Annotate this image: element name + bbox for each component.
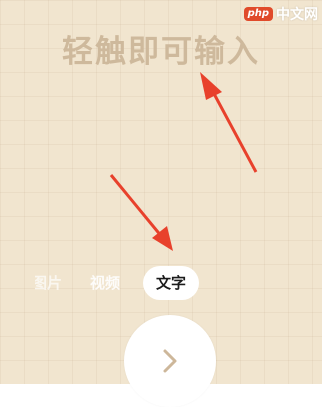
next-button[interactable] bbox=[124, 315, 216, 407]
php-badge: php bbox=[243, 7, 273, 21]
mode-selector: 图片 视频 文字 bbox=[0, 265, 322, 301]
mode-tab-text[interactable]: 文字 bbox=[143, 266, 199, 300]
mode-tab-video[interactable]: 视频 bbox=[90, 265, 120, 301]
watermark-text: 中文网 bbox=[276, 7, 318, 23]
php-watermark-logo: php 中文网 bbox=[243, 4, 318, 24]
tap-to-type-prompt[interactable]: 轻触即可输入 bbox=[0, 26, 322, 71]
chevron-right-icon bbox=[163, 349, 177, 373]
mode-tab-photo[interactable]: 图片 bbox=[35, 265, 62, 301]
